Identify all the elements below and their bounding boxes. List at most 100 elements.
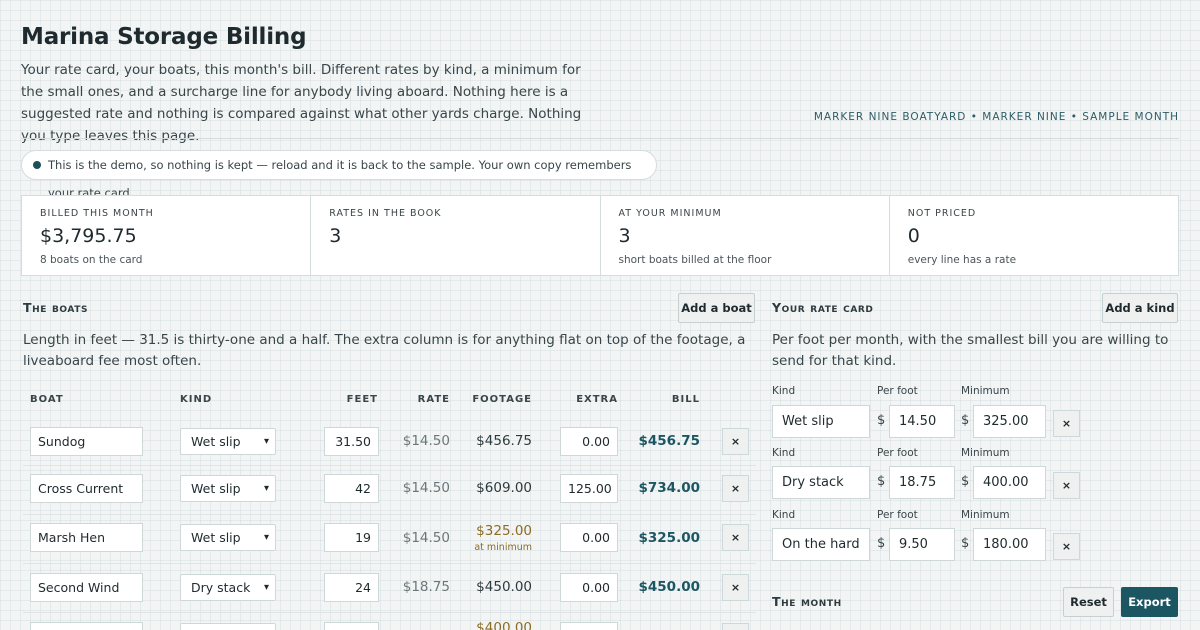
extra-input[interactable]: 0.00 <box>560 573 618 602</box>
kind-select-value: Wet slip <box>191 530 241 545</box>
brand-line: MARKER NINE BOATYARD • MARKER NINE • SAM… <box>813 111 1179 123</box>
column-header-extra: EXTRA <box>576 394 618 405</box>
boat-name-input[interactable]: Cross Current <box>30 474 143 503</box>
close-icon: × <box>1061 540 1072 553</box>
boats-section-title: The boats <box>23 300 89 315</box>
kind-select[interactable]: Wet slip ▾ <box>180 524 276 551</box>
per-foot-input[interactable]: 14.50 <box>889 405 955 438</box>
boat-name-input[interactable]: Sundog <box>30 427 143 456</box>
remove-boat-button[interactable]: × <box>722 475 749 502</box>
per-foot-input[interactable]: 9.50 <box>889 528 955 561</box>
kind-label: Kind <box>772 385 796 397</box>
rate-value: $14.50 <box>402 480 450 496</box>
minimum-label: Minimum <box>961 447 1010 459</box>
chevron-down-icon: ▾ <box>263 532 269 543</box>
per-foot-label: Per foot <box>877 447 918 459</box>
kind-label: Kind <box>772 509 796 521</box>
feet-input[interactable]: 19 <box>324 523 379 552</box>
extra-input[interactable]: 0.00 <box>560 427 618 456</box>
kind-name-input[interactable]: Wet slip <box>772 405 870 438</box>
extra-input[interactable]: 0.00 <box>560 523 618 552</box>
rate-card-title: Your rate card <box>772 300 874 315</box>
page-intro: Your rate card, your boats, this month's… <box>21 62 582 144</box>
close-icon: × <box>730 531 741 544</box>
minimum-input[interactable]: 400.00 <box>973 466 1046 499</box>
footage-value: $609.00 <box>476 480 532 496</box>
footage-value: $456.75 <box>476 433 532 449</box>
stat-sub: 8 boats on the card <box>40 254 143 266</box>
export-button[interactable]: Export <box>1121 587 1178 617</box>
extra-input[interactable]: 125.00 <box>560 474 618 503</box>
stat-sub: every line has a rate <box>907 254 1017 266</box>
month-section-title: The month <box>772 594 842 609</box>
stat-value: 0 <box>907 225 920 247</box>
remove-boat-button[interactable]: × <box>722 574 749 601</box>
per-foot-label: Per foot <box>877 509 918 521</box>
header-divider <box>21 138 1179 139</box>
status-dot-icon <box>33 161 41 169</box>
feet-input[interactable]: 42 <box>324 474 379 503</box>
column-header-footage: FOOTAGE <box>472 394 532 405</box>
at-minimum-note: at minimum <box>474 542 532 553</box>
per-foot-input[interactable]: 18.75 <box>889 466 955 499</box>
rate-card-description: Per foot per month, with the smallest bi… <box>772 332 1169 369</box>
kind-select[interactable]: Wet slip ▾ <box>180 428 276 455</box>
kind-select[interactable]: Wet slip ▾ <box>180 475 276 502</box>
add-kind-button[interactable]: Add a kind <box>1102 293 1178 323</box>
kind-name-input[interactable]: Dry stack <box>772 466 870 499</box>
rate-value: $14.50 <box>402 530 450 546</box>
stat-billed: BILLED THIS MONTH $3,795.75 8 boats on t… <box>22 196 312 275</box>
minimum-label: Minimum <box>961 385 1010 397</box>
stat-label: RATES IN THE BOOK <box>329 208 442 219</box>
bill-value: $450.00 <box>638 579 701 595</box>
stat-label: BILLED THIS MONTH <box>40 208 154 219</box>
remove-kind-button[interactable]: × <box>1053 533 1080 560</box>
feet-input[interactable] <box>324 622 379 630</box>
boats-description: Length in feet — 31.5 is thirty-one and … <box>23 332 746 369</box>
rate-value: $14.50 <box>402 433 450 449</box>
currency-symbol: $ <box>877 536 886 551</box>
currency-symbol: $ <box>877 474 886 489</box>
minimum-input[interactable]: 325.00 <box>973 405 1046 438</box>
remove-boat-button[interactable] <box>722 623 749 630</box>
currency-symbol: $ <box>961 536 970 551</box>
footage-value: $400.00 <box>476 620 532 630</box>
kind-select[interactable]: Dry stack ▾ <box>180 574 276 601</box>
boat-name-input[interactable] <box>30 622 143 630</box>
chevron-down-icon: ▾ <box>263 582 269 593</box>
footage-value: $450.00 <box>476 579 532 595</box>
close-icon: × <box>1061 479 1072 492</box>
remove-kind-button[interactable]: × <box>1053 410 1080 437</box>
minimum-label: Minimum <box>961 509 1010 521</box>
demo-notice: This is the demo, so nothing is kept — r… <box>21 150 657 200</box>
currency-symbol: $ <box>961 413 970 428</box>
per-foot-label: Per foot <box>877 385 918 397</box>
stat-value: $3,795.75 <box>40 225 137 247</box>
minimum-input[interactable]: 180.00 <box>973 528 1046 561</box>
boat-name-input[interactable]: Marsh Hen <box>30 523 143 552</box>
stat-sub: short boats billed at the floor <box>618 254 772 266</box>
add-boat-button[interactable]: Add a boat <box>678 293 755 323</box>
feet-input[interactable]: 31.50 <box>324 427 379 456</box>
kind-label: Kind <box>772 447 796 459</box>
demo-notice-text: This is the demo, so nothing is kept — r… <box>48 158 632 200</box>
stat-value: 3 <box>618 225 631 247</box>
kind-select[interactable] <box>180 623 276 630</box>
stat-at-minimum: AT YOUR MINIMUM 3 short boats billed at … <box>601 196 890 275</box>
close-icon: × <box>1061 417 1072 430</box>
close-icon: × <box>730 581 741 594</box>
column-header-boat: BOAT <box>30 394 64 405</box>
kind-name-input[interactable]: On the hard <box>772 528 870 561</box>
extra-input[interactable] <box>560 622 618 630</box>
feet-input[interactable]: 24 <box>324 573 379 602</box>
stats-bar: BILLED THIS MONTH $3,795.75 8 boats on t… <box>21 195 1179 276</box>
boat-name-input[interactable]: Second Wind <box>30 573 143 602</box>
remove-kind-button[interactable]: × <box>1053 472 1080 499</box>
kind-select-value: Dry stack <box>191 580 251 595</box>
kind-select-value: Wet slip <box>191 434 241 449</box>
stat-value: 3 <box>329 225 342 247</box>
remove-boat-button[interactable]: × <box>722 524 749 551</box>
remove-boat-button[interactable]: × <box>722 428 749 455</box>
reset-button[interactable]: Reset <box>1063 587 1114 617</box>
kind-select-value: Wet slip <box>191 481 241 496</box>
